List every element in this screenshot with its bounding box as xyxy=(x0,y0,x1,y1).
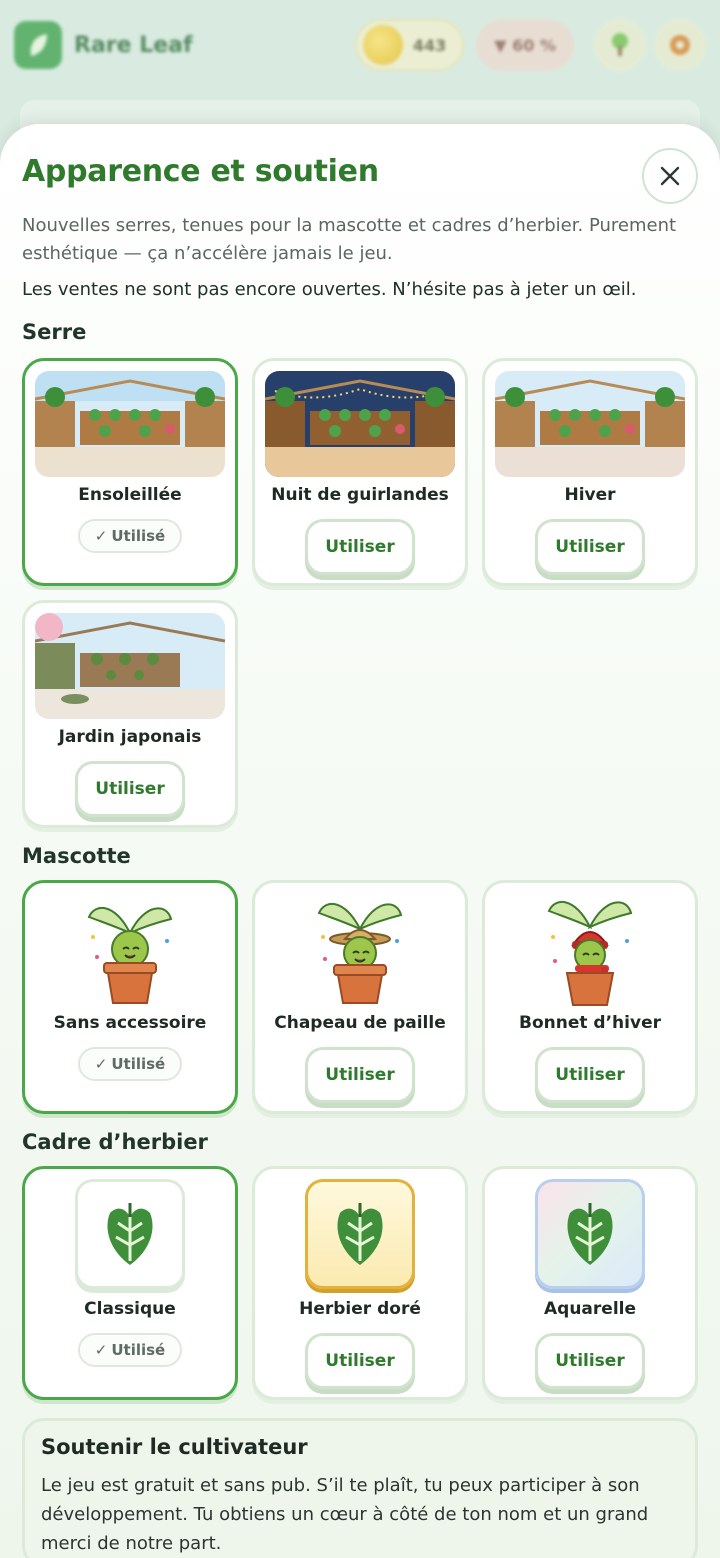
frame-preview-golden xyxy=(305,1179,415,1289)
support-panel: Soutenir le cultivateur Le jeu est gratu… xyxy=(22,1418,698,1558)
checkmark-icon: ✓ xyxy=(94,1055,108,1073)
frame-card-watercolor[interactable]: Aquarelle Utiliser xyxy=(482,1166,698,1400)
mascot-winter-hat-icon xyxy=(547,901,633,1006)
greenhouse-thumbnail-japanese xyxy=(35,613,225,719)
leaf-icon xyxy=(337,1203,383,1265)
frame-preview-watercolor xyxy=(535,1179,645,1289)
frame-card-classic[interactable]: Classique ✓ Utilisé xyxy=(22,1166,238,1400)
greenhouse-label: Jardin japonais xyxy=(58,727,202,747)
mascot-label: Chapeau de paille xyxy=(274,1013,446,1033)
mascot-card-plain[interactable]: Sans accessoire ✓ Utilisé xyxy=(22,880,238,1114)
used-badge: ✓ Utilisé xyxy=(78,519,182,553)
mascot-label: Bonnet d’hiver xyxy=(519,1013,661,1033)
use-button[interactable]: Utiliser xyxy=(305,1333,415,1389)
coin-value: 443 xyxy=(412,35,447,55)
progress-badge[interactable]: ▼ 60 % xyxy=(476,19,574,71)
app-name: Rare Leaf xyxy=(74,32,193,58)
gear-icon xyxy=(670,35,690,55)
checkmark-icon: ✓ xyxy=(94,527,108,545)
used-badge: ✓ Utilisé xyxy=(78,1333,182,1367)
app-header: Rare Leaf 443 ▼ 60 % xyxy=(0,0,720,90)
mascot-straw-hat-icon xyxy=(317,903,403,1004)
greenhouse-label: Hiver xyxy=(564,485,616,505)
mascot-plain-icon xyxy=(87,907,173,1004)
frame-label: Herbier doré xyxy=(299,1299,421,1319)
checkmark-icon: ✓ xyxy=(94,1341,108,1359)
sales-notice: Les ventes ne sont pas encore ouvertes. … xyxy=(22,279,637,300)
tree-icon xyxy=(612,33,628,56)
frame-label: Classique xyxy=(84,1299,176,1319)
leaf-icon xyxy=(107,1203,153,1265)
frame-preview-classic xyxy=(75,1179,185,1289)
tree-button[interactable] xyxy=(594,19,646,71)
use-button[interactable]: Utiliser xyxy=(535,1333,645,1389)
app-logo xyxy=(14,21,62,69)
greenhouse-thumbnail-night xyxy=(265,371,455,477)
frame-card-golden[interactable]: Herbier doré Utiliser xyxy=(252,1166,468,1400)
support-title: Soutenir le cultivateur xyxy=(41,1435,308,1459)
sheet-title: Apparence et soutien xyxy=(22,154,379,189)
greenhouse-card-sunny[interactable]: Ensoleillée ✓ Utilisé xyxy=(22,358,238,586)
greenhouse-card-winter[interactable]: Hiver Utiliser xyxy=(482,358,698,586)
coin-counter[interactable]: 443 xyxy=(354,19,465,71)
use-button[interactable]: Utiliser xyxy=(305,1047,415,1103)
greenhouse-label: Ensoleillée xyxy=(78,485,182,505)
use-button[interactable]: Utiliser xyxy=(535,519,645,575)
sheet-intro: Nouvelles serres, tenues pour la mascott… xyxy=(22,215,677,264)
settings-button[interactable] xyxy=(654,19,706,71)
used-label: Utilisé xyxy=(111,1341,166,1359)
use-button[interactable]: Utiliser xyxy=(535,1047,645,1103)
used-label: Utilisé xyxy=(111,1055,166,1073)
section-title-greenhouse: Serre xyxy=(22,320,87,344)
use-button[interactable]: Utiliser xyxy=(305,519,415,575)
mascot-card-straw-hat[interactable]: Chapeau de paille Utiliser xyxy=(252,880,468,1114)
close-icon xyxy=(660,166,680,186)
leaf-icon xyxy=(567,1203,613,1265)
greenhouse-card-japanese[interactable]: Jardin japonais Utiliser xyxy=(22,600,238,828)
close-button[interactable] xyxy=(642,148,698,204)
greenhouse-card-night[interactable]: Nuit de guirlandes Utiliser xyxy=(252,358,468,586)
mascot-label: Sans accessoire xyxy=(53,1013,207,1033)
used-badge: ✓ Utilisé xyxy=(78,1047,182,1081)
frame-label: Aquarelle xyxy=(544,1299,636,1319)
section-title-mascot: Mascotte xyxy=(22,844,131,868)
mascot-card-winter-hat[interactable]: Bonnet d’hiver Utiliser xyxy=(482,880,698,1114)
used-label: Utilisé xyxy=(111,527,166,545)
customization-sheet: Apparence et soutien Nouvelles serres, t… xyxy=(0,124,720,1558)
section-title-frame: Cadre d’herbier xyxy=(22,1130,208,1154)
use-button[interactable]: Utiliser xyxy=(75,761,185,817)
greenhouse-thumbnail-winter xyxy=(495,371,685,477)
greenhouse-thumbnail-sunny xyxy=(35,371,225,477)
coin-icon xyxy=(362,25,403,65)
support-text: Le jeu est gratuit et sans pub. S’il te … xyxy=(41,1475,649,1554)
leaf-icon xyxy=(30,34,47,56)
greenhouse-label: Nuit de guirlandes xyxy=(271,485,449,505)
